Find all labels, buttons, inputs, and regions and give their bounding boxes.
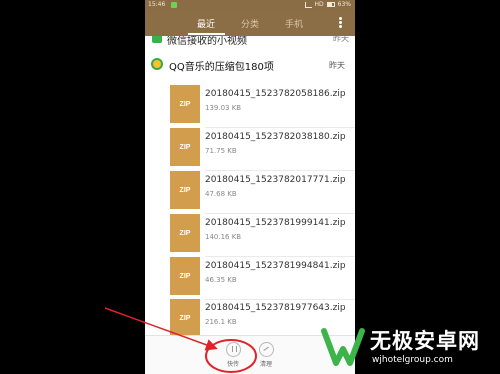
file-item[interactable]: ZIP 20180415_1523782058186.zip 139.03 KB <box>145 85 355 128</box>
tab-category[interactable]: 分类 <box>241 17 259 30</box>
battery-icon <box>326 2 335 7</box>
battery-level: 63% <box>337 1 351 8</box>
file-size: 46.35 KB <box>205 276 237 284</box>
zip-file-icon: ZIP <box>170 171 200 209</box>
wechat-icon <box>152 36 162 43</box>
file-item[interactable]: ZIP 20180415_1523782017771.zip 47.68 KB <box>145 171 355 214</box>
status-time: 15:46 <box>148 1 166 8</box>
watermark: 无极安卓网 wjhotelgroup.com <box>320 325 500 373</box>
notification-icon <box>171 2 177 8</box>
zip-file-icon: ZIP <box>170 299 200 337</box>
group-title: 微信接收的小视频 <box>167 36 247 46</box>
zip-file-icon: ZIP <box>170 257 200 295</box>
file-name: 20180415_1523781977643.zip <box>205 303 346 313</box>
status-indicators: HD 63% <box>304 1 351 8</box>
network-label: HD <box>314 1 324 8</box>
watermark-url: wjhotelgroup.com <box>372 355 453 365</box>
group-title: QQ音乐的压缩包180项 <box>169 62 274 73</box>
file-size: 140.16 KB <box>205 233 242 241</box>
qq-music-icon <box>151 58 163 70</box>
file-size: 139.03 KB <box>205 104 242 112</box>
file-name: 20180415_1523781999141.zip <box>205 218 346 228</box>
file-item[interactable]: ZIP 20180415_1523782038180.zip 71.75 KB <box>145 128 355 171</box>
clean-label: 清理 <box>259 361 272 368</box>
status-bar: 15:46 HD 63% <box>145 0 355 11</box>
zip-file-icon: ZIP <box>170 85 200 123</box>
phone-screen: 15:46 HD 63% 最近 分类 手机 微信接收的小视频 昨天 QQ音乐的压… <box>145 0 355 374</box>
more-menu-icon[interactable] <box>338 17 342 31</box>
file-size: 47.68 KB <box>205 190 237 198</box>
file-item[interactable]: ZIP 20180415_1523781994841.zip 46.35 KB <box>145 257 355 300</box>
group-date: 昨天 <box>333 36 349 43</box>
tab-recent[interactable]: 最近 <box>197 17 215 30</box>
signal-icon <box>304 1 312 8</box>
watermark-title: 无极安卓网 <box>370 329 480 353</box>
file-name: 20180415_1523782058186.zip <box>205 89 346 99</box>
file-size: 71.75 KB <box>205 147 237 155</box>
tab-phone[interactable]: 手机 <box>285 17 303 30</box>
active-tab-indicator <box>188 33 225 35</box>
send-button[interactable]: 快传 <box>218 342 248 368</box>
file-name: 20180415_1523782017771.zip <box>205 175 346 185</box>
file-name: 20180415_1523782038180.zip <box>205 132 346 142</box>
group-date: 昨天 <box>329 61 345 70</box>
send-icon <box>225 342 241 357</box>
file-name: 20180415_1523781994841.zip <box>205 261 346 271</box>
send-label: 快传 <box>226 361 239 368</box>
watermark-logo-icon <box>321 328 365 366</box>
clean-icon <box>258 342 274 357</box>
zip-file-icon: ZIP <box>170 128 200 166</box>
tab-bar: 最近 分类 手机 <box>145 11 355 36</box>
file-item[interactable]: ZIP 20180415_1523781999141.zip 140.16 KB <box>145 214 355 257</box>
zip-file-icon: ZIP <box>170 214 200 252</box>
group-header[interactable]: QQ音乐的压缩包180项 昨天 <box>145 56 355 76</box>
file-size: 216.1 KB <box>205 318 237 326</box>
clean-button[interactable]: 清理 <box>251 342 281 368</box>
group-header-partial[interactable]: 微信接收的小视频 昨天 <box>145 36 355 46</box>
